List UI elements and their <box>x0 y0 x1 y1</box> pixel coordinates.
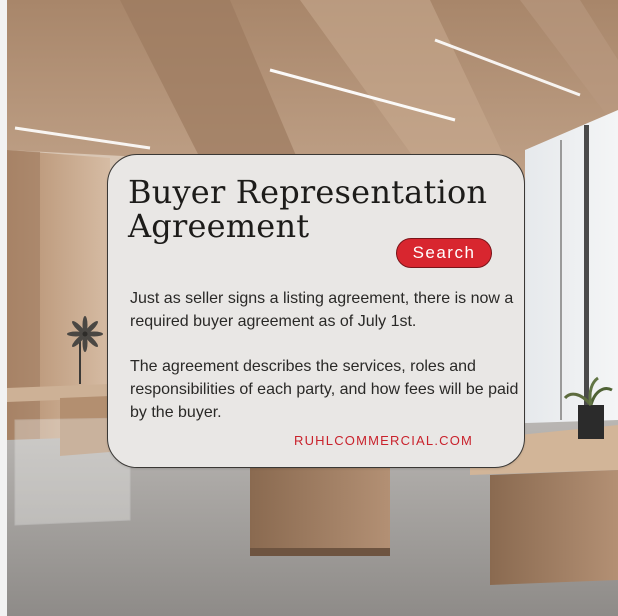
card-title-text: Buyer Representation Agreement <box>128 173 488 245</box>
website-link[interactable]: RUHLCOMMERCIAL.COM <box>294 433 473 448</box>
search-button[interactable]: Search <box>396 238 492 268</box>
promo-graphic: Buyer Representation Agreement Search Jus… <box>0 0 618 616</box>
details-paragraph: The agreement describes the services, ro… <box>130 358 519 421</box>
card-title: Buyer Representation Agreement <box>128 175 487 243</box>
info-card: Buyer Representation Agreement Search Jus… <box>107 154 525 468</box>
intro-paragraph: Just as seller signs a listing agreement… <box>130 290 514 330</box>
